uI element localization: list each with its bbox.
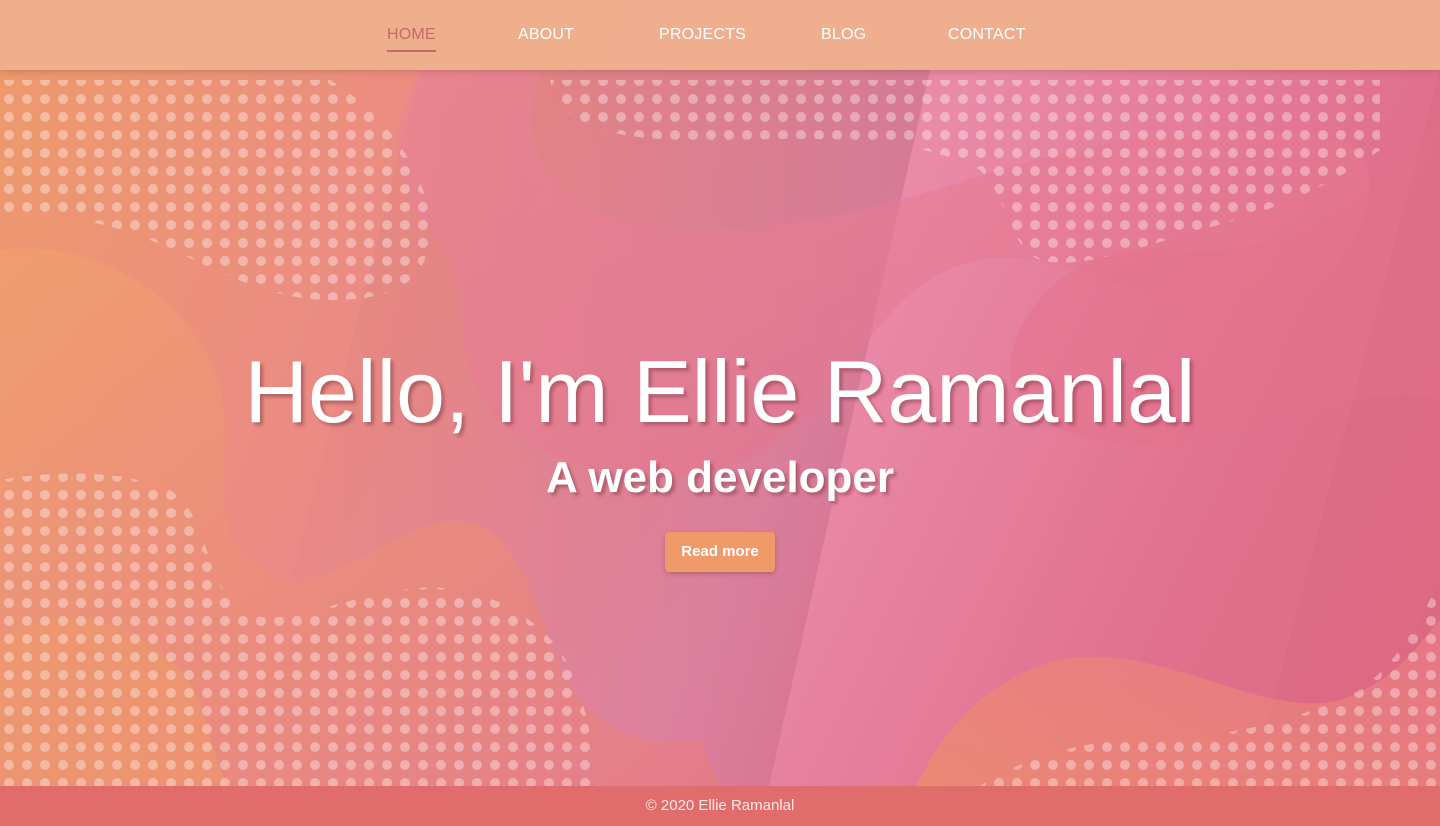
nav-item-about[interactable]: ABOUT — [518, 26, 574, 44]
nav-item-contact[interactable]: CONTACT — [948, 26, 1026, 44]
nav-item-blog[interactable]: BLOG — [821, 26, 866, 44]
nav-list: HOME ABOUT PROJECTS BLOG CONTACT — [0, 0, 1440, 70]
nav-item-home[interactable]: HOME — [387, 26, 436, 52]
hero-subtitle: A web developer — [545, 452, 895, 502]
nav-item-projects[interactable]: PROJECTS — [659, 26, 746, 44]
page: HOME ABOUT PROJECTS BLOG CONTACT Hello, … — [0, 0, 1440, 826]
top-navigation: HOME ABOUT PROJECTS BLOG CONTACT — [0, 0, 1440, 70]
copyright-text: © 2020 Ellie Ramanlal — [645, 797, 795, 814]
hero-title: Hello, I'm Ellie Ramanlal — [244, 341, 1196, 441]
read-more-button[interactable]: Read more — [665, 532, 775, 572]
footer: © 2020 Ellie Ramanlal — [0, 786, 1440, 826]
